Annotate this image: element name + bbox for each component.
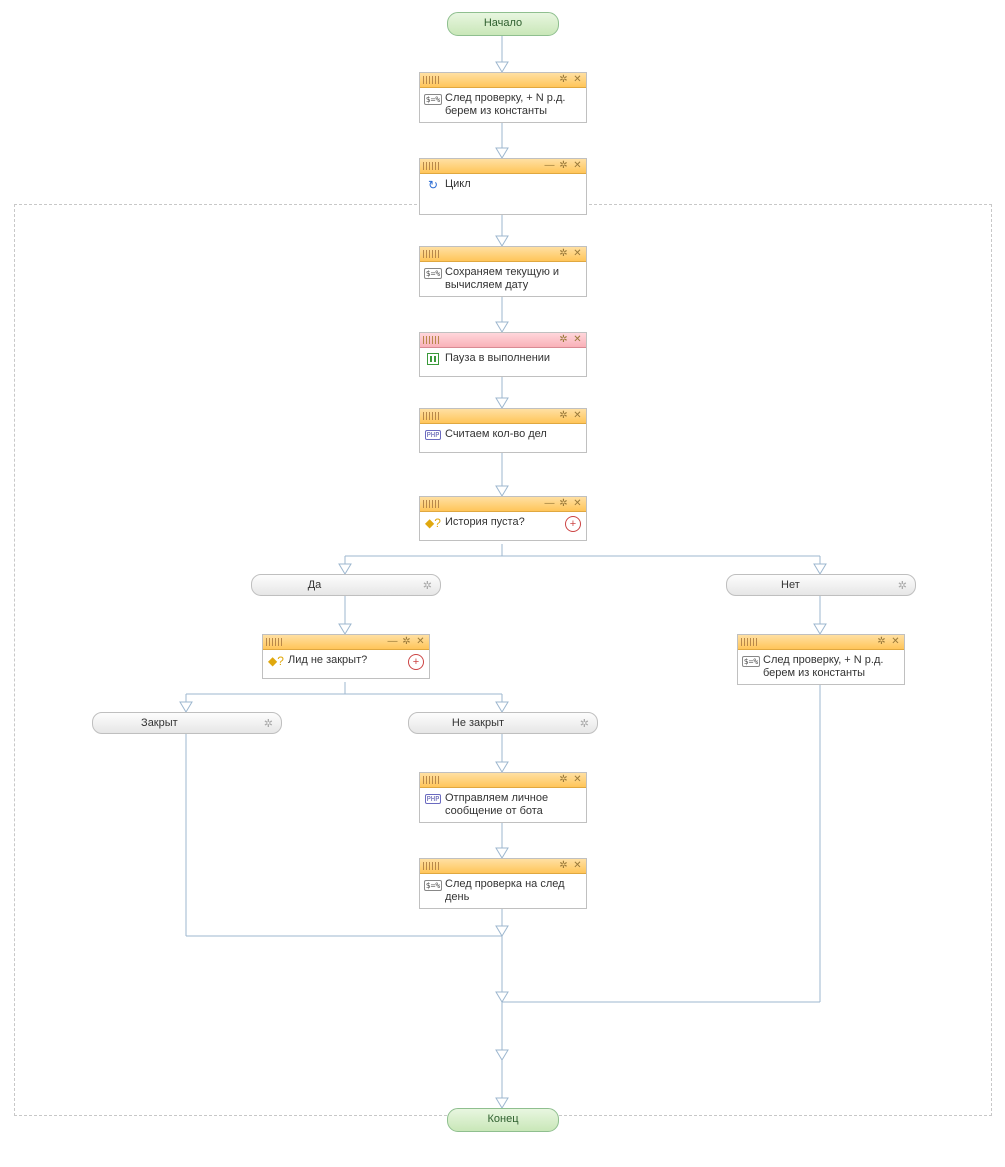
- variable-icon: $=%: [424, 94, 442, 105]
- minimize-icon[interactable]: —: [544, 499, 555, 510]
- gear-icon[interactable]: ✲: [558, 75, 569, 86]
- node-label: Пауза в выполнении: [445, 352, 550, 365]
- gear-icon[interactable]: ✲: [580, 717, 589, 730]
- node-initial-check[interactable]: ✲ ✕ $=% След проверку, + N р.д. берем из…: [419, 72, 587, 123]
- gear-icon[interactable]: ✲: [558, 335, 569, 346]
- gear-icon[interactable]: ✲: [558, 775, 569, 786]
- node-label: След проверку, + N р.д. берем из констан…: [445, 92, 581, 118]
- condition-icon: ◆?: [425, 516, 441, 530]
- node-header: — ✲ ✕: [420, 159, 586, 174]
- add-branch-button[interactable]: +: [565, 516, 581, 532]
- node-label: Считаем кол-во дел: [445, 428, 547, 441]
- grip-icon: [741, 638, 757, 646]
- node-header: ✲ ✕: [738, 635, 904, 650]
- node-lead-not-closed[interactable]: — ✲ ✕ ◆? Лид не закрыт? +: [262, 634, 430, 679]
- node-header: — ✲ ✕: [263, 635, 429, 650]
- flowchart-canvas: Начало ✲ ✕ $=% След проверку, + N р.д. б…: [0, 0, 1005, 1167]
- node-header: ✲ ✕: [420, 773, 586, 788]
- close-icon[interactable]: ✕: [572, 161, 583, 172]
- node-save-date[interactable]: ✲ ✕ $=% Сохраняем текущую и вычисляем да…: [419, 246, 587, 297]
- node-label: Отправляем личное сообщение от бота: [445, 792, 581, 818]
- node-next-day-check[interactable]: ✲ ✕ $=% След проверка на след день: [419, 858, 587, 909]
- grip-icon: [423, 250, 439, 258]
- gear-icon[interactable]: ✲: [558, 499, 569, 510]
- grip-icon: [423, 336, 439, 344]
- grip-icon: [423, 776, 439, 784]
- branch-not-closed[interactable]: Не закрыт ✲: [408, 712, 598, 734]
- close-icon[interactable]: ✕: [572, 75, 583, 86]
- gear-icon[interactable]: ✲: [401, 637, 412, 648]
- node-header: ✲ ✕: [420, 73, 586, 88]
- gear-icon[interactable]: ✲: [264, 717, 273, 730]
- close-icon[interactable]: ✕: [572, 335, 583, 346]
- branch-yes[interactable]: Да ✲: [251, 574, 441, 596]
- gear-icon[interactable]: ✲: [558, 861, 569, 872]
- grip-icon: [423, 862, 439, 870]
- end-terminal[interactable]: Конец: [447, 1108, 559, 1132]
- close-icon[interactable]: ✕: [572, 411, 583, 422]
- grip-icon: [423, 500, 439, 508]
- node-label: Сохраняем текущую и вычисляем дату: [445, 266, 581, 292]
- node-label: След проверка на след день: [445, 878, 581, 904]
- add-branch-button[interactable]: +: [408, 654, 424, 670]
- gear-icon[interactable]: ✲: [876, 637, 887, 648]
- condition-icon: ◆?: [268, 654, 284, 668]
- variable-icon: $=%: [424, 880, 442, 891]
- node-label: След проверку, + N р.д. берем из констан…: [763, 654, 899, 680]
- variable-icon: $=%: [742, 656, 760, 667]
- branch-closed[interactable]: Закрыт ✲: [92, 712, 282, 734]
- node-pause[interactable]: ✲ ✕ Пауза в выполнении: [419, 332, 587, 377]
- grip-icon: [266, 638, 282, 646]
- gear-icon[interactable]: ✲: [898, 579, 907, 592]
- gear-icon[interactable]: ✲: [558, 161, 569, 172]
- grip-icon: [423, 162, 439, 170]
- node-label: Цикл: [445, 178, 471, 191]
- minimize-icon[interactable]: —: [544, 161, 555, 172]
- pause-icon: [427, 353, 439, 365]
- node-header: ✲ ✕: [420, 333, 586, 348]
- close-icon[interactable]: ✕: [572, 499, 583, 510]
- branch-label: Закрыт: [141, 717, 178, 729]
- close-icon[interactable]: ✕: [572, 249, 583, 260]
- grip-icon: [423, 76, 439, 84]
- close-icon[interactable]: ✕: [572, 775, 583, 786]
- grip-icon: [423, 412, 439, 420]
- variable-icon: $=%: [424, 268, 442, 279]
- php-icon: PHP: [425, 430, 442, 440]
- branch-no[interactable]: Нет ✲: [726, 574, 916, 596]
- node-next-check-no[interactable]: ✲ ✕ $=% След проверку, + N р.д. берем из…: [737, 634, 905, 685]
- minimize-icon[interactable]: —: [387, 637, 398, 648]
- node-header: ✲ ✕: [420, 247, 586, 262]
- branch-label: Да: [308, 579, 322, 591]
- gear-icon[interactable]: ✲: [558, 411, 569, 422]
- gear-icon[interactable]: ✲: [558, 249, 569, 260]
- node-label: Лид не закрыт?: [288, 654, 367, 667]
- node-header: ✲ ✕: [420, 859, 586, 874]
- node-header: ✲ ✕: [420, 409, 586, 424]
- start-terminal[interactable]: Начало: [447, 12, 559, 36]
- branch-label: Нет: [781, 579, 800, 591]
- close-icon[interactable]: ✕: [890, 637, 901, 648]
- gear-icon[interactable]: ✲: [423, 579, 432, 592]
- node-history-empty[interactable]: — ✲ ✕ ◆? История пуста? +: [419, 496, 587, 541]
- node-header: — ✲ ✕: [420, 497, 586, 512]
- loop-icon: ↻: [425, 178, 441, 192]
- node-send-message[interactable]: ✲ ✕ PHP Отправляем личное сообщение от б…: [419, 772, 587, 823]
- close-icon[interactable]: ✕: [572, 861, 583, 872]
- close-icon[interactable]: ✕: [415, 637, 426, 648]
- node-label: История пуста?: [445, 516, 525, 529]
- branch-label: Не закрыт: [452, 717, 504, 729]
- node-count-deals[interactable]: ✲ ✕ PHP Считаем кол-во дел: [419, 408, 587, 453]
- node-loop[interactable]: — ✲ ✕ ↻ Цикл: [419, 158, 587, 215]
- php-icon: PHP: [425, 794, 442, 804]
